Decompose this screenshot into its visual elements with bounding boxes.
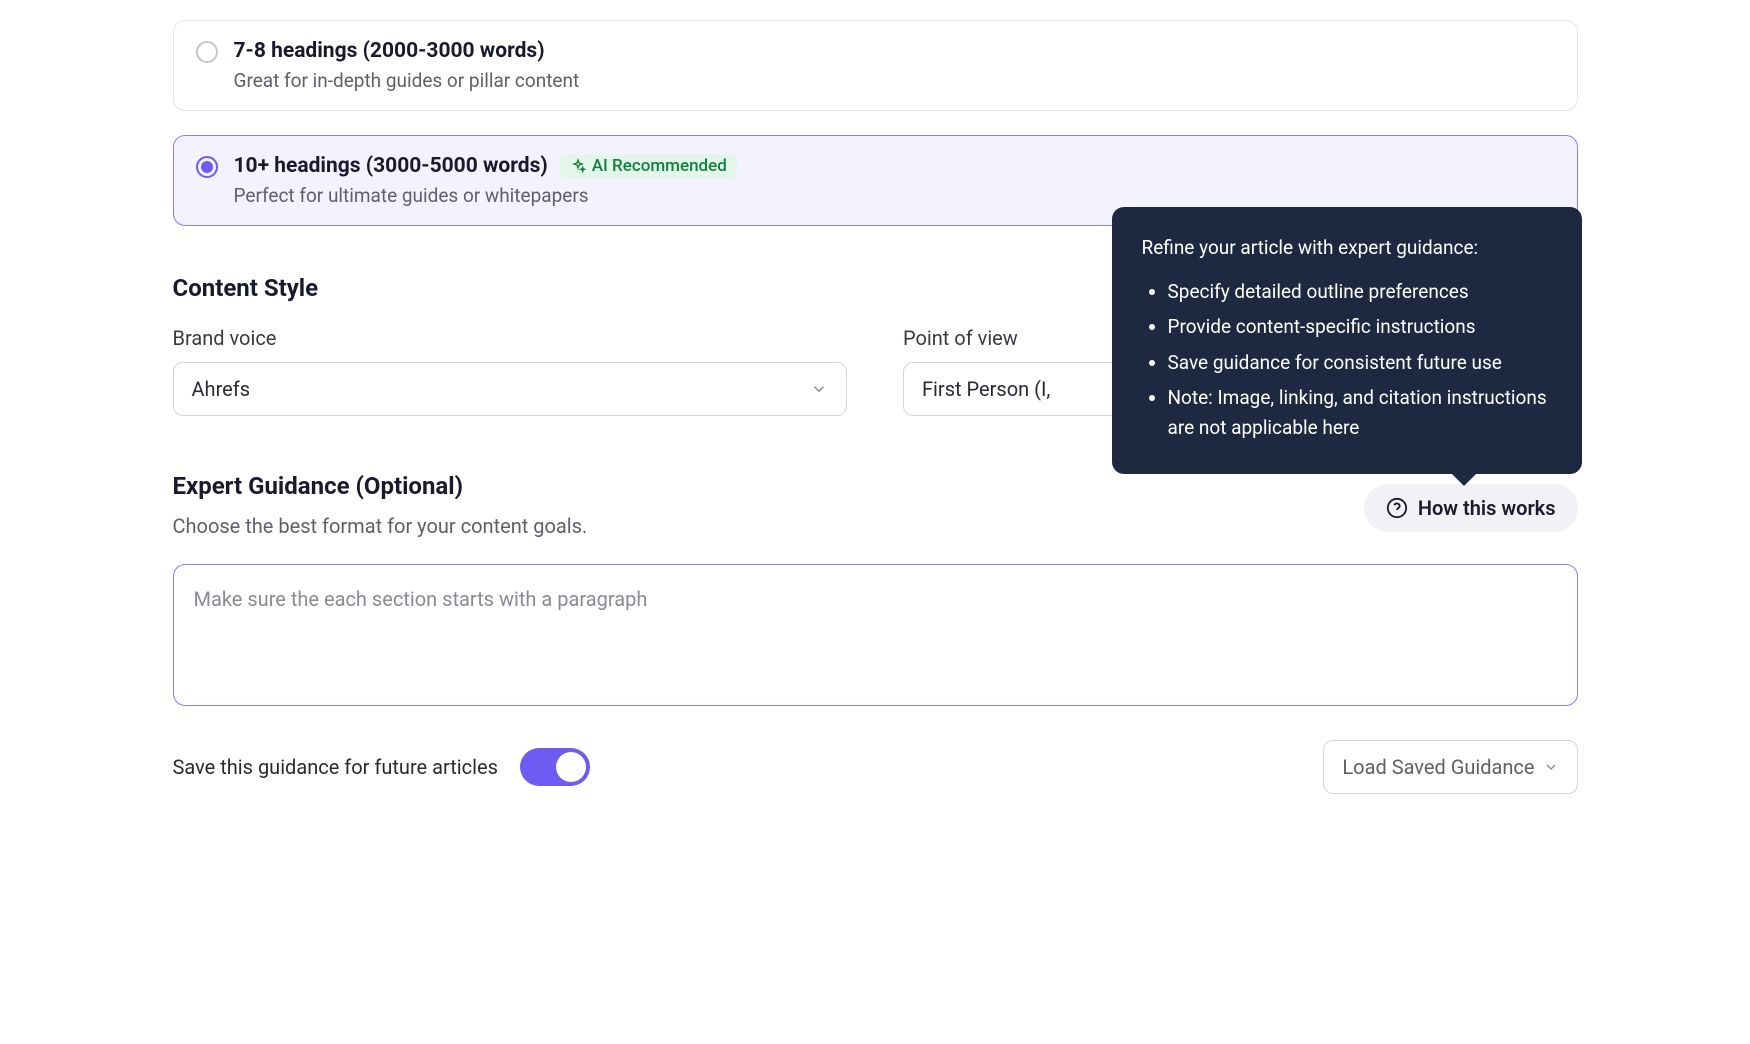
tooltip-item: Save guidance for consistent future use bbox=[1168, 348, 1552, 377]
ai-badge-label: AI Recommended bbox=[592, 156, 727, 176]
expert-guidance-heading: Expert Guidance (Optional) bbox=[173, 472, 1364, 500]
how-this-works-button[interactable]: How this works bbox=[1364, 484, 1578, 532]
chevron-down-icon bbox=[1543, 759, 1559, 775]
tooltip-item: Note: Image, linking, and citation instr… bbox=[1168, 383, 1552, 442]
pov-value: First Person (I, bbox=[922, 377, 1050, 401]
radio-desc: Perfect for ultimate guides or whitepape… bbox=[234, 184, 1555, 207]
radio-option-7-8-headings[interactable]: 7-8 headings (2000-3000 words) Great for… bbox=[173, 20, 1578, 111]
save-guidance-toggle[interactable] bbox=[520, 748, 590, 786]
brand-voice-select[interactable]: Ahrefs bbox=[173, 362, 848, 416]
brand-voice-value: Ahrefs bbox=[192, 377, 251, 401]
radio-circle-icon bbox=[196, 41, 218, 63]
radio-title: 7-8 headings (2000-3000 words) bbox=[234, 39, 545, 63]
chevron-down-icon bbox=[810, 380, 828, 398]
tooltip-item: Provide content-specific instructions bbox=[1168, 312, 1552, 341]
expert-guidance-input[interactable] bbox=[173, 564, 1578, 706]
load-saved-guidance-button[interactable]: Load Saved Guidance bbox=[1323, 740, 1577, 794]
sparkle-icon bbox=[570, 158, 586, 174]
expert-guidance-sub: Choose the best format for your content … bbox=[173, 514, 1364, 538]
tooltip-title: Refine your article with expert guidance… bbox=[1142, 233, 1552, 262]
tooltip-item: Specify detailed outline preferences bbox=[1168, 277, 1552, 306]
how-this-works-label: How this works bbox=[1418, 496, 1556, 520]
radio-circle-icon bbox=[196, 156, 218, 178]
ai-recommended-badge: AI Recommended bbox=[560, 154, 737, 178]
brand-voice-label: Brand voice bbox=[173, 326, 848, 350]
radio-desc: Great for in-depth guides or pillar cont… bbox=[234, 69, 1555, 92]
help-circle-icon bbox=[1386, 497, 1408, 519]
radio-title: 10+ headings (3000-5000 words) bbox=[234, 154, 548, 178]
radio-content: 7-8 headings (2000-3000 words) Great for… bbox=[234, 39, 1555, 92]
radio-content: 10+ headings (3000-5000 words) AI Recomm… bbox=[234, 154, 1555, 207]
save-guidance-label: Save this guidance for future articles bbox=[173, 755, 498, 779]
load-saved-guidance-label: Load Saved Guidance bbox=[1342, 755, 1534, 779]
how-this-works-tooltip: Refine your article with expert guidance… bbox=[1112, 207, 1582, 474]
